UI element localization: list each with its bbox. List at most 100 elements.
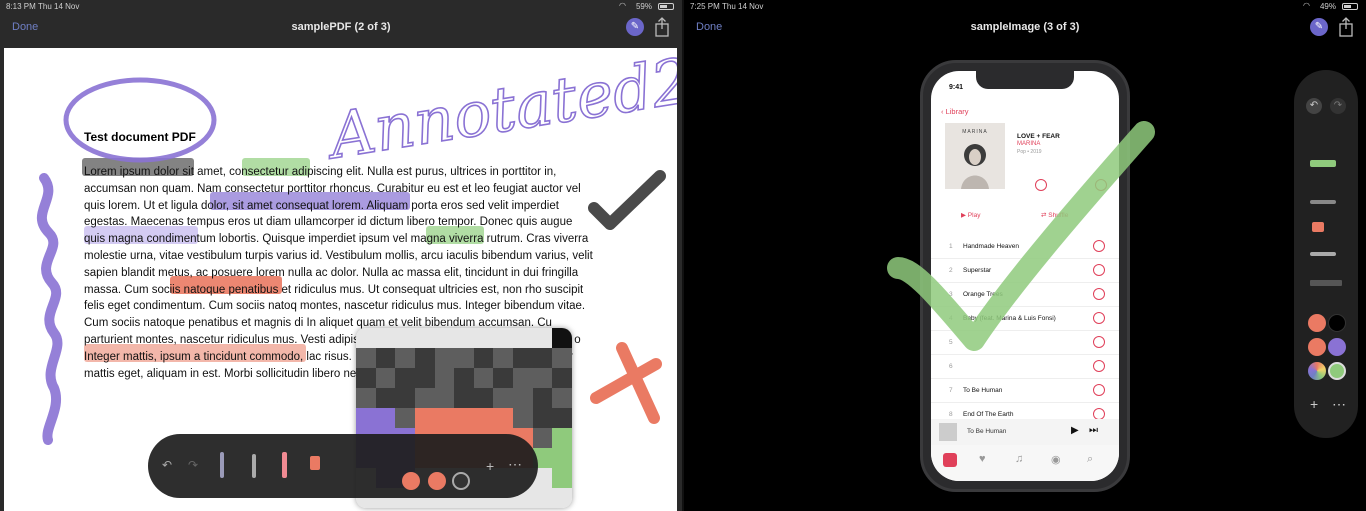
color-cell[interactable] (552, 468, 572, 488)
more-icon[interactable]: ⋯ (1332, 396, 1346, 413)
color-cell[interactable] (552, 408, 572, 428)
color-cell[interactable] (493, 348, 514, 368)
color-cell[interactable] (513, 388, 533, 408)
ruler-icon[interactable] (1310, 280, 1342, 286)
color-cell[interactable] (375, 328, 396, 348)
battery-percent: 59% (635, 2, 652, 11)
color-cell[interactable] (552, 328, 572, 348)
color-cell[interactable] (434, 408, 455, 428)
color-cell[interactable] (454, 388, 474, 408)
color-cell[interactable] (532, 328, 553, 348)
color-cell[interactable] (356, 388, 376, 408)
share-icon[interactable] (654, 17, 670, 37)
color-cell[interactable] (552, 448, 572, 468)
color-cell[interactable] (434, 388, 455, 408)
color-cell[interactable] (532, 488, 553, 508)
color-cell[interactable] (532, 368, 553, 388)
document-title: samplePDF (2 of 3) (291, 21, 391, 33)
color-cell[interactable] (434, 368, 455, 388)
color-cell[interactable] (493, 328, 514, 348)
color-cell[interactable] (356, 348, 376, 368)
color-cell[interactable] (493, 368, 514, 388)
handwritten-annotation: Annotated2 (320, 48, 677, 174)
green-checkmark-annotation (887, 121, 1155, 351)
color-cell[interactable] (473, 348, 494, 368)
redo-icon[interactable]: ↷ (1330, 98, 1346, 114)
color-cell[interactable] (552, 348, 572, 368)
color-cell[interactable] (513, 408, 533, 428)
color-swatch-purple[interactable] (1328, 338, 1346, 356)
color-cell[interactable] (375, 388, 396, 408)
pencil-icon[interactable] (1310, 252, 1336, 256)
battery-icon (658, 3, 674, 10)
color-swatch-salmon[interactable] (1308, 314, 1326, 332)
color-cell[interactable] (434, 328, 455, 348)
color-cell[interactable] (552, 488, 572, 508)
color-cell[interactable] (454, 328, 474, 348)
color-cell[interactable] (473, 388, 494, 408)
color-cell[interactable] (532, 348, 553, 368)
color-cell[interactable] (395, 328, 415, 348)
color-cell[interactable] (395, 388, 415, 408)
color-cell[interactable] (356, 328, 376, 348)
eraser-icon[interactable] (1312, 222, 1324, 232)
color-wheel-icon[interactable] (452, 472, 470, 490)
color-wheel-icon[interactable] (1308, 362, 1326, 380)
tool-palette: ↶ ↷ + ⋯ (148, 434, 538, 498)
color-cell[interactable] (454, 348, 474, 368)
color-cell[interactable] (532, 388, 553, 408)
color-cell[interactable] (375, 348, 396, 368)
undo-icon[interactable]: ↶ (1306, 98, 1322, 114)
color-swatch-green[interactable] (1328, 362, 1346, 380)
color-cell[interactable] (414, 388, 435, 408)
pen-icon[interactable] (220, 452, 224, 478)
color-swatch-salmon-2[interactable] (1308, 338, 1326, 356)
color-cell[interactable] (552, 388, 572, 408)
left-pane: 8:13 PM Thu 14 Nov ◠ 59% Done samplePDF … (0, 0, 682, 511)
redo-icon[interactable]: ↷ (188, 458, 198, 472)
color-cell[interactable] (513, 348, 533, 368)
color-swatch-salmon-2[interactable] (428, 472, 446, 490)
color-cell[interactable] (513, 328, 533, 348)
color-cell[interactable] (473, 328, 494, 348)
color-swatch-black[interactable] (1328, 314, 1346, 332)
color-cell[interactable] (414, 368, 435, 388)
color-cell[interactable] (356, 408, 376, 428)
color-cell[interactable] (532, 428, 553, 448)
plus-icon[interactable]: + (1310, 396, 1318, 412)
color-cell[interactable] (414, 408, 435, 428)
nav-bar: Done samplePDF (2 of 3) ✎ (0, 13, 682, 45)
color-cell[interactable] (375, 368, 396, 388)
color-cell[interactable] (473, 368, 494, 388)
status-date: Thu 14 Nov (38, 2, 80, 11)
right-pane: 7:25 PM Thu 14 Nov ◠ 49% Done sampleImag… (684, 0, 1366, 511)
marker-icon[interactable] (1310, 160, 1336, 167)
markup-icon[interactable]: ✎ (626, 18, 644, 36)
plus-icon[interactable]: + (486, 458, 494, 474)
undo-icon[interactable]: ↶ (162, 458, 172, 472)
color-cell[interactable] (414, 348, 435, 368)
color-cell[interactable] (414, 328, 435, 348)
status-bar: 8:13 PM Thu 14 Nov ◠ 59% (0, 0, 682, 13)
eraser-icon[interactable] (310, 456, 320, 470)
color-cell[interactable] (493, 388, 514, 408)
color-cell[interactable] (375, 408, 396, 428)
color-cell[interactable] (552, 368, 572, 388)
color-cell[interactable] (552, 428, 572, 448)
color-cell[interactable] (513, 368, 533, 388)
color-swatch-salmon[interactable] (402, 472, 420, 490)
marker-icon[interactable] (282, 452, 287, 478)
color-cell[interactable] (434, 348, 455, 368)
more-icon[interactable]: ⋯ (508, 456, 522, 473)
color-cell[interactable] (395, 368, 415, 388)
color-cell[interactable] (395, 408, 415, 428)
color-cell[interactable] (356, 368, 376, 388)
pencil-icon[interactable] (252, 454, 256, 478)
color-cell[interactable] (395, 348, 415, 368)
color-cell[interactable] (473, 408, 494, 428)
color-cell[interactable] (454, 368, 474, 388)
color-cell[interactable] (493, 408, 514, 428)
color-cell[interactable] (454, 408, 474, 428)
color-cell[interactable] (532, 408, 553, 428)
pen-icon[interactable] (1310, 200, 1336, 204)
